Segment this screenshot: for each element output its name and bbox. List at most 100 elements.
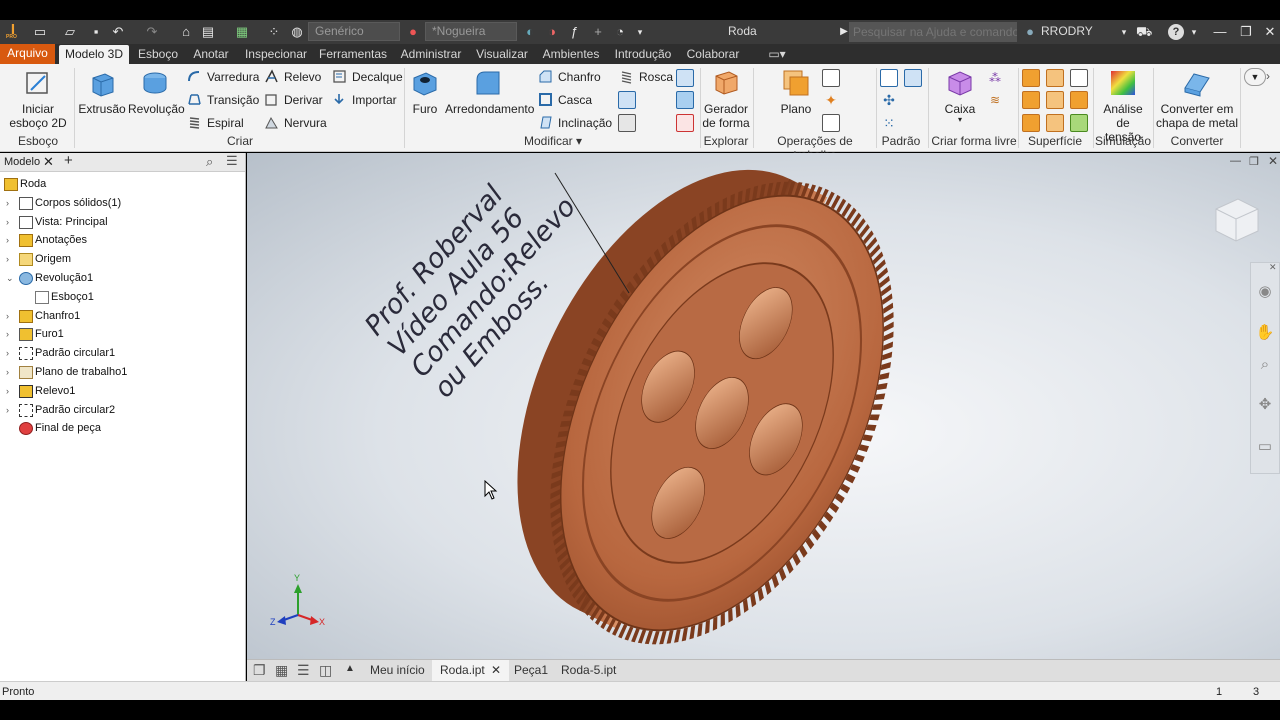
clear-appearance-icon[interactable]: ◑	[544, 24, 560, 40]
tree-item[interactable]: ⌄ Revolução1	[0, 269, 245, 288]
tab-inspecionar[interactable]: Inspecionar	[242, 45, 310, 64]
tree-item[interactable]: › Anotações	[0, 231, 245, 250]
chamfer-button[interactable]: Chanfro	[538, 67, 601, 87]
surface-trim-icon[interactable]	[1022, 91, 1040, 109]
ucs-icon[interactable]	[822, 114, 840, 132]
adjust-icon[interactable]: ◐	[522, 24, 538, 40]
print-icon[interactable]: ▤	[200, 24, 216, 40]
tab-introducao[interactable]: Introdução	[612, 45, 674, 64]
plus-icon[interactable]: +	[590, 24, 606, 40]
surface-stitch-icon[interactable]	[1022, 69, 1040, 87]
redo-icon[interactable]: ↷	[144, 24, 160, 40]
decal-button[interactable]: Decalque	[332, 67, 403, 87]
tree-item[interactable]: › Corpos sólidos(1)	[0, 194, 245, 213]
rectangular-pattern-icon[interactable]	[880, 69, 898, 87]
box-button[interactable]: Caixa ▾	[938, 68, 982, 124]
derive-button[interactable]: Derivar	[264, 90, 323, 110]
pan-icon[interactable]: ✋	[1253, 322, 1277, 344]
freeform-convert-icon[interactable]: ≋	[986, 91, 1004, 109]
axis-icon[interactable]	[822, 69, 840, 87]
tree-expand-icon[interactable]: ›	[6, 307, 14, 326]
start-sketch-button[interactable]: Iniciar esboço 2D	[6, 68, 70, 130]
steering-wheel-icon[interactable]: ◉	[1253, 281, 1277, 303]
move-face-icon[interactable]	[618, 114, 636, 132]
minimize-icon[interactable]: —	[1212, 24, 1228, 40]
draft-button[interactable]: Inclinação	[538, 113, 612, 133]
tile-vertical-icon[interactable]: ◫	[319, 662, 332, 679]
tab-administrar[interactable]: Administrar	[398, 45, 464, 64]
doc-tab[interactable]: Roda-5.ipt	[553, 660, 624, 681]
circular-pattern-icon[interactable]: ✣	[880, 91, 898, 109]
save-icon[interactable]: ▪	[88, 24, 104, 40]
tab-arquivo[interactable]: Arquivo	[0, 44, 55, 64]
browser-close-icon[interactable]: ✕	[43, 154, 54, 170]
tile-horizontal-icon[interactable]: ☰	[297, 662, 310, 679]
fx-icon[interactable]: ƒ	[566, 24, 582, 40]
tree-item[interactable]: Final de peça	[0, 419, 245, 438]
undo-icon[interactable]: ↶	[110, 24, 126, 40]
look-at-icon[interactable]: ▭	[1253, 436, 1277, 458]
tree-expand-icon[interactable]: ›	[6, 250, 14, 269]
ribbon-expand-icon[interactable]: ›	[1266, 69, 1270, 83]
delete-face-icon[interactable]	[676, 114, 694, 132]
new-icon[interactable]: ▭	[32, 24, 48, 40]
browser-tab-model[interactable]: Modelo	[4, 156, 40, 168]
tab-modelo-3d[interactable]: Modelo 3D	[59, 45, 129, 64]
tree-item[interactable]: › Plano de trabalho1	[0, 363, 245, 382]
user-name[interactable]: RRODRY	[1041, 24, 1093, 38]
plane-button[interactable]: Plano	[774, 68, 818, 116]
tree-item[interactable]: › Padrão circular2	[0, 401, 245, 420]
surface-repair-icon[interactable]	[1070, 114, 1088, 132]
tree-item[interactable]: › Furo1	[0, 325, 245, 344]
viewport-minimize-icon[interactable]: —	[1230, 155, 1241, 167]
browser-add-icon[interactable]: +	[64, 152, 73, 169]
thicken-icon[interactable]	[618, 91, 636, 109]
emboss-button[interactable]: Relevo	[264, 67, 321, 87]
tree-item[interactable]: Roda	[0, 175, 245, 194]
sketch-pattern-icon[interactable]: ⁙	[880, 114, 898, 132]
sweep-button[interactable]: Varredura	[187, 67, 259, 87]
split-icon[interactable]	[676, 91, 694, 109]
help-icon[interactable]: ?	[1168, 24, 1184, 40]
convert-sheet-metal-button[interactable]: Converter em chapa de metal	[1155, 68, 1239, 130]
coil-button[interactable]: Espiral	[187, 113, 244, 133]
select-icon[interactable]: ◔	[612, 24, 628, 40]
orbit-icon[interactable]: ✥	[1253, 394, 1277, 416]
surface-replace-icon[interactable]	[1070, 91, 1088, 109]
zoom-icon[interactable]: ⌕	[1253, 354, 1277, 376]
tree-expand-icon[interactable]: ›	[6, 325, 14, 344]
tab-visualizar[interactable]: Visualizar	[474, 45, 530, 64]
wheel-model[interactable]	[247, 153, 1280, 659]
surface-ruled-icon[interactable]	[1022, 114, 1040, 132]
open-icon[interactable]: ▱	[62, 24, 78, 40]
cart-icon[interactable]: ⛟	[1136, 24, 1152, 40]
ribbon-toggle-icon[interactable]: ▭▾	[764, 45, 790, 64]
measure-icon[interactable]: ⁘	[266, 24, 282, 40]
surface-boundary-icon[interactable]	[1046, 114, 1064, 132]
doc-tab-home[interactable]: Meu início	[362, 660, 433, 681]
browser-menu-icon[interactable]: ☰	[226, 153, 238, 169]
mirror-icon[interactable]	[904, 69, 922, 87]
cascade-windows-icon[interactable]: ❐	[253, 662, 266, 679]
navbar-close-icon[interactable]: ✕	[1269, 262, 1277, 273]
appearance-dropdown[interactable]: *Nogueira	[425, 22, 517, 41]
combine-icon[interactable]	[676, 69, 694, 87]
tree-item[interactable]: › Origem	[0, 250, 245, 269]
tree-item[interactable]: Esboço1	[0, 288, 245, 307]
graphics-viewport[interactable]: Prof. Roberval Vídeo Aula 56 Comando:Rel…	[247, 153, 1280, 659]
close-icon[interactable]: ✕	[1262, 24, 1278, 40]
tree-item[interactable]: › Chanfro1	[0, 307, 245, 326]
tab-ambientes[interactable]: Ambientes	[540, 45, 602, 64]
surface-patch-icon[interactable]	[1046, 69, 1064, 87]
tree-expand-icon[interactable]: ›	[6, 382, 14, 401]
tree-expand-icon[interactable]: ›	[6, 344, 14, 363]
surface-extend-icon[interactable]	[1046, 91, 1064, 109]
globe-icon[interactable]: ◍	[289, 24, 305, 40]
home-icon[interactable]: ⌂	[178, 24, 194, 40]
viewport-restore-icon[interactable]: ❐	[1249, 155, 1259, 168]
tree-expand-icon[interactable]: ›	[6, 213, 14, 232]
point-icon[interactable]: ✦	[822, 91, 840, 109]
tree-item[interactable]: › Relevo1	[0, 382, 245, 401]
tree-item[interactable]: › Vista: Principal	[0, 213, 245, 232]
doc-tab[interactable]: Peça1	[506, 660, 556, 681]
